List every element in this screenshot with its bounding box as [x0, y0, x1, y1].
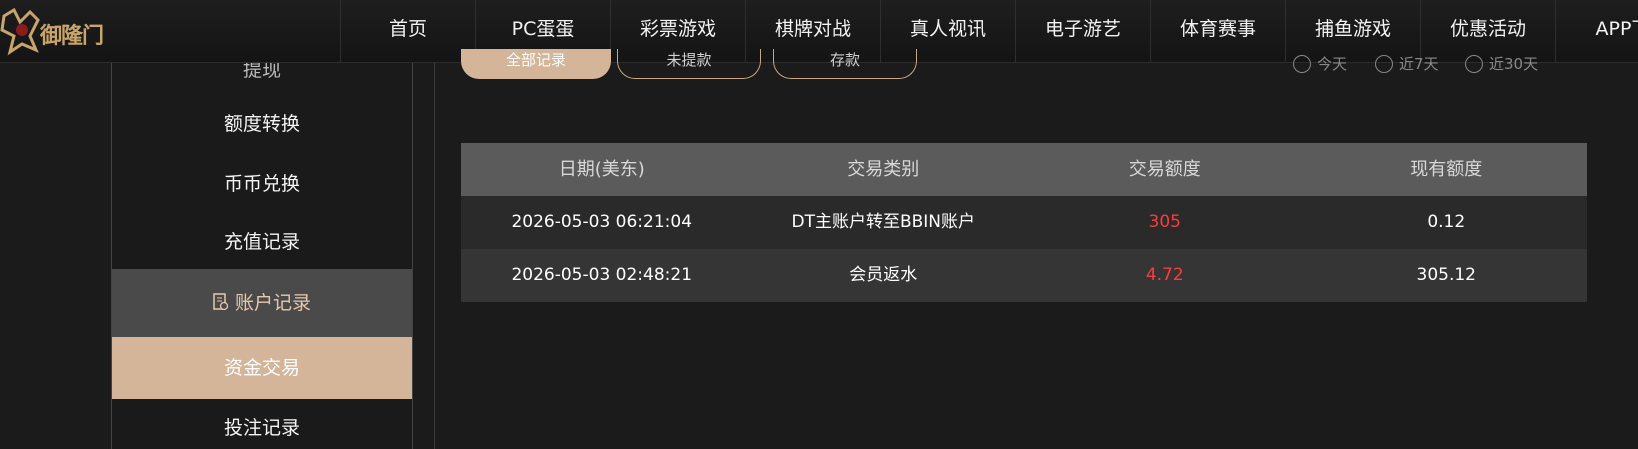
cell-amount: 4.72	[1145, 265, 1184, 285]
header-type: 交易类别	[847, 159, 920, 180]
brand-name: 御隆门	[40, 24, 104, 49]
nav-app[interactable]: APP下	[1556, 0, 1638, 63]
dragon-logo-icon	[0, 7, 40, 56]
cell-type: DT主账户转至BBIN账户	[791, 212, 976, 232]
cell-date: 2026-05-03 02:48:21	[511, 265, 693, 285]
brand-logo[interactable]: 御隆门	[0, 6, 120, 56]
cell-type: 会员返水	[849, 265, 918, 285]
account-sidebar: 提现 额度转换 币币兑换 充值记录 账户记录 资金交易 投注记录	[111, 63, 413, 449]
header-date: 日期(美东)	[558, 159, 645, 180]
radio-30-days[interactable]	[1465, 54, 1483, 73]
sidebar-item-fund-transactions[interactable]: 资金交易	[112, 337, 412, 399]
header-balance: 现有额度	[1410, 159, 1483, 180]
range-30-days[interactable]: 近30天	[1465, 53, 1538, 74]
sidebar-item-bet-records[interactable]: 投注记录	[112, 399, 412, 449]
radio-today[interactable]	[1293, 54, 1311, 73]
range-today-label: 今天	[1317, 55, 1348, 73]
tab-deposit[interactable]: 存款	[773, 49, 917, 79]
document-icon	[213, 271, 229, 311]
tab-not-withdrawn[interactable]: 未提款	[617, 49, 761, 79]
nav-slots[interactable]: 电子游艺	[1016, 0, 1151, 63]
cell-date: 2026-05-03 06:21:04	[511, 212, 693, 232]
table-row: 2026-05-03 06:21:04 DT主账户转至BBIN账户 305 0.…	[461, 196, 1587, 249]
radio-7-days[interactable]	[1375, 54, 1393, 73]
cell-balance: 305.12	[1416, 265, 1476, 285]
header-amount: 交易额度	[1128, 159, 1201, 180]
nav-sports[interactable]: 体育赛事	[1151, 0, 1286, 63]
sidebar-group-account-records[interactable]: 账户记录	[112, 269, 412, 337]
table-header: 日期(美东) 交易类别 交易额度 现有额度	[461, 143, 1587, 196]
sidebar-group-label: 账户记录	[234, 292, 311, 314]
sidebar-item-coin-exchange[interactable]: 币币兑换	[112, 155, 412, 213]
nav-home[interactable]: 首页	[341, 0, 476, 63]
range-30-days-label: 近30天	[1489, 55, 1539, 73]
sidebar-item-deposit-records[interactable]: 充值记录	[112, 213, 412, 271]
range-7-days-label: 近7天	[1399, 55, 1439, 73]
cell-amount: 305	[1148, 212, 1181, 232]
cell-balance: 0.12	[1427, 212, 1466, 232]
main-content: 全部记录 未提款 存款 今天 近7天 近30天 日期(美东) 交易类别 交易额度…	[434, 49, 1638, 449]
tab-all-records[interactable]: 全部记录	[461, 49, 611, 79]
range-today[interactable]: 今天	[1293, 53, 1347, 74]
table-row: 2026-05-03 02:48:21 会员返水 4.72 305.12	[461, 249, 1587, 302]
sidebar-item-withdraw[interactable]: 提现	[112, 63, 412, 85]
range-7-days[interactable]: 近7天	[1375, 53, 1439, 74]
sidebar-item-credit-transfer[interactable]: 额度转换	[112, 95, 412, 153]
transactions-table: 日期(美东) 交易类别 交易额度 现有额度 2026-05-03 06:21:0…	[461, 143, 1587, 302]
